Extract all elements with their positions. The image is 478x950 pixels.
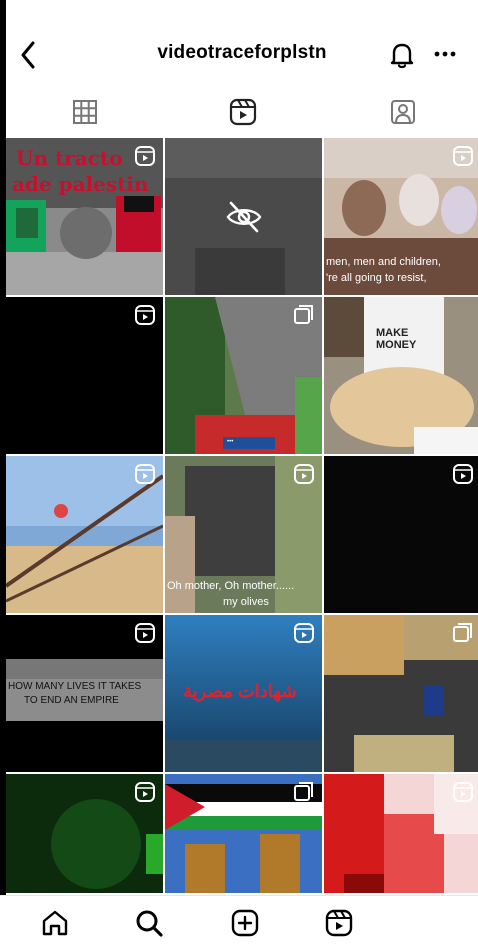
post-title-line-1: Un tracto (16, 146, 123, 170)
reel-icon (294, 464, 314, 484)
post-caption-line-1: men, men and children, (326, 256, 441, 268)
search-icon (136, 910, 163, 937)
tagged-person-icon (391, 100, 415, 124)
nav-create[interactable] (228, 906, 262, 940)
nav-home[interactable] (38, 906, 72, 940)
multiple-posts-icon (294, 305, 313, 324)
grid-post[interactable]: Un tracto ade palestin (6, 138, 163, 295)
post-title-line-2: ade palestin (12, 172, 149, 196)
grid-post[interactable] (324, 456, 478, 613)
eye-off-icon (226, 201, 262, 233)
reel-icon (135, 623, 155, 643)
reel-icon (453, 464, 473, 484)
plus-square-icon (231, 909, 259, 937)
reel-icon (135, 146, 155, 166)
post-caption-line-1: HOW MANY LIVES IT TAKES (8, 681, 142, 692)
bottom-navigation (0, 895, 478, 950)
profile-tabs (6, 92, 478, 136)
nav-search[interactable] (132, 906, 166, 940)
tab-posts-grid[interactable] (60, 92, 110, 132)
reel-icon (135, 305, 155, 325)
grid-post[interactable] (6, 456, 163, 613)
bell-icon (390, 43, 414, 69)
grid-post[interactable] (6, 297, 163, 454)
more-options-button[interactable] (430, 44, 460, 64)
grid-post[interactable]: MAKE MONEY (324, 297, 478, 454)
post-caption-line-2: 're all going to resist, (326, 272, 427, 284)
grid-post[interactable]: Oh mother, Oh mother...... my olives (165, 456, 322, 613)
grid-post[interactable] (165, 774, 322, 893)
multiple-posts-icon (453, 623, 472, 642)
grid-icon (73, 100, 97, 124)
reel-icon (294, 623, 314, 643)
nav-reels[interactable] (322, 906, 356, 940)
home-icon (42, 910, 68, 936)
post-arabic-title: شهادات مصرية (183, 681, 297, 701)
grid-post[interactable]: HOW MANY LIVES IT TAKES TO END AN EMPIRE (6, 615, 163, 772)
profile-header: videotraceforplstn (6, 0, 478, 90)
multiple-posts-icon (294, 782, 313, 801)
post-caption-line-2: TO END AN EMPIRE (24, 695, 119, 706)
tab-reels[interactable] (218, 92, 268, 132)
post-thumbnail (324, 297, 478, 454)
more-horizontal-icon (434, 51, 456, 57)
reel-icon (453, 146, 473, 166)
reels-icon (325, 909, 353, 937)
grid-post[interactable]: ••• (165, 297, 322, 454)
post-shirt-text: MAKE MONEY (376, 327, 417, 351)
post-small-label: ••• (227, 439, 234, 445)
grid-post[interactable] (6, 774, 163, 893)
notifications-button[interactable] (388, 40, 416, 70)
grid-post[interactable]: شهادات مصرية (165, 615, 322, 772)
reels-grid: Un tracto ade palestin men, men and chil… (6, 138, 478, 893)
grid-post[interactable]: men, men and children, 're all going to … (324, 138, 478, 295)
post-caption-line-1: Oh mother, Oh mother...... (167, 580, 295, 592)
grid-post[interactable] (324, 615, 478, 772)
reels-icon (229, 98, 257, 126)
reel-icon (135, 782, 155, 802)
reel-icon (453, 782, 473, 802)
grid-post[interactable] (324, 774, 478, 893)
post-caption-line-2: my olives (223, 596, 269, 608)
grid-post-hidden[interactable] (165, 138, 322, 295)
reel-icon (135, 464, 155, 484)
tab-tagged[interactable] (378, 92, 428, 132)
